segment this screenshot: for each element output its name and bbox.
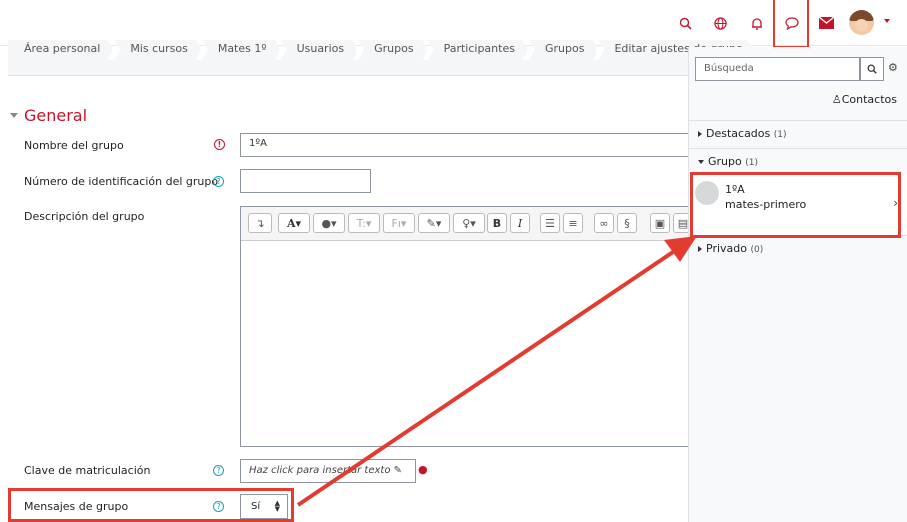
annotation-arrow	[296, 236, 697, 507]
